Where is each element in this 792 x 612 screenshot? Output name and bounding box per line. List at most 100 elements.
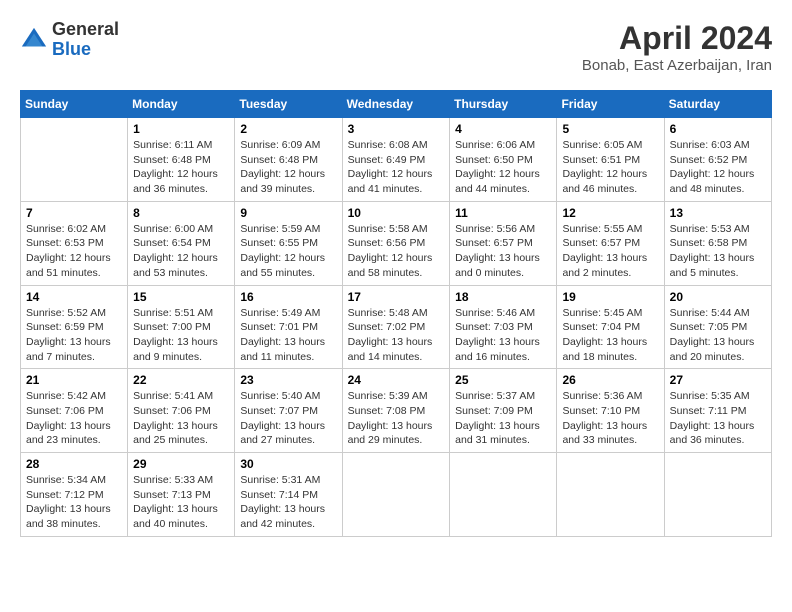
calendar-cell [342,453,450,537]
day-number: 8 [133,206,229,220]
calendar-week: 28Sunrise: 5:34 AMSunset: 7:12 PMDayligh… [21,453,772,537]
day-number: 11 [455,206,551,220]
calendar-location: Bonab, East Azerbaijan, Iran [582,57,772,74]
calendar-week: 21 Sunrise: 5:42 AMSunset: 7:06 PMDayligh… [21,369,772,453]
calendar-cell: 13 Sunrise: 5:53 AMSunset: 6:58 PMDayligh… [664,201,771,285]
weekday-header: Friday [557,91,664,118]
day-number: 21 [26,373,122,387]
day-number: 18 [455,290,551,304]
calendar-week: 14 Sunrise: 5:52 AMSunset: 6:59 PMDayligh… [21,285,772,369]
calendar-cell: 19 Sunrise: 5:45 AMSunset: 7:04 PMDayligh… [557,285,664,369]
day-info: Sunrise: 5:48 AMSunset: 7:02 PMDaylight:… [348,306,445,365]
calendar-cell: 11 Sunrise: 5:56 AMSunset: 6:57 PMDayligh… [450,201,557,285]
calendar-cell: 17 Sunrise: 5:48 AMSunset: 7:02 PMDayligh… [342,285,450,369]
calendar-cell: 1 Sunrise: 6:11 AMSunset: 6:48 PMDaylight… [128,118,235,202]
calendar-cell: 5 Sunrise: 6:05 AMSunset: 6:51 PMDaylight… [557,118,664,202]
weekday-header: Thursday [450,91,557,118]
day-info: Sunrise: 6:11 AMSunset: 6:48 PMDaylight:… [133,138,229,197]
calendar-week: 7 Sunrise: 6:02 AMSunset: 6:53 PMDaylight… [21,201,772,285]
calendar-cell [21,118,128,202]
calendar-cell: 25 Sunrise: 5:37 AMSunset: 7:09 PMDayligh… [450,369,557,453]
calendar-cell: 27Sunrise: 5:35 AMSunset: 7:11 PMDayligh… [664,369,771,453]
day-number: 1 [133,122,229,136]
calendar-cell: 3 Sunrise: 6:08 AMSunset: 6:49 PMDaylight… [342,118,450,202]
calendar-cell [664,453,771,537]
day-info: Sunrise: 5:31 AMSunset: 7:14 PMDaylight:… [240,473,336,532]
calendar-cell: 4Sunrise: 6:06 AMSunset: 6:50 PMDaylight… [450,118,557,202]
day-info: Sunrise: 6:02 AMSunset: 6:53 PMDaylight:… [26,222,122,281]
day-info: Sunrise: 5:55 AMSunset: 6:57 PMDaylight:… [562,222,658,281]
day-number: 22 [133,373,229,387]
calendar-cell: 21 Sunrise: 5:42 AMSunset: 7:06 PMDayligh… [21,369,128,453]
day-number: 10 [348,206,445,220]
day-info: Sunrise: 5:44 AMSunset: 7:05 PMDaylight:… [670,306,766,365]
header-row: SundayMondayTuesdayWednesdayThursdayFrid… [21,91,772,118]
calendar-cell: 29Sunrise: 5:33 AMSunset: 7:13 PMDayligh… [128,453,235,537]
logo-blue-text: Blue [52,40,119,60]
day-info: Sunrise: 5:58 AMSunset: 6:56 PMDaylight:… [348,222,445,281]
day-info: Sunrise: 6:00 AMSunset: 6:54 PMDaylight:… [133,222,229,281]
page-header: General Blue April 2024 Bonab, East Azer… [20,20,772,74]
calendar-cell: 14 Sunrise: 5:52 AMSunset: 6:59 PMDayligh… [21,285,128,369]
logo: General Blue [20,20,119,60]
day-info: Sunrise: 5:45 AMSunset: 7:04 PMDaylight:… [562,306,658,365]
day-number: 13 [670,206,766,220]
day-info: Sunrise: 5:39 AMSunset: 7:08 PMDaylight:… [348,389,445,448]
calendar-cell: 7 Sunrise: 6:02 AMSunset: 6:53 PMDaylight… [21,201,128,285]
calendar-cell: 20 Sunrise: 5:44 AMSunset: 7:05 PMDayligh… [664,285,771,369]
weekday-header: Monday [128,91,235,118]
day-number: 12 [562,206,658,220]
calendar-cell: 23Sunrise: 5:40 AMSunset: 7:07 PMDayligh… [235,369,342,453]
day-info: Sunrise: 5:49 AMSunset: 7:01 PMDaylight:… [240,306,336,365]
day-number: 14 [26,290,122,304]
day-info: Sunrise: 5:56 AMSunset: 6:57 PMDaylight:… [455,222,551,281]
calendar-body: 1 Sunrise: 6:11 AMSunset: 6:48 PMDaylight… [21,118,772,537]
weekday-header: Saturday [664,91,771,118]
weekday-header: Tuesday [235,91,342,118]
day-number: 3 [348,122,445,136]
calendar-title: April 2024 [582,20,772,57]
day-number: 17 [348,290,445,304]
day-number: 29 [133,457,229,471]
weekday-header: Sunday [21,91,128,118]
calendar-cell: 12 Sunrise: 5:55 AMSunset: 6:57 PMDayligh… [557,201,664,285]
calendar-cell: 16Sunrise: 5:49 AMSunset: 7:01 PMDayligh… [235,285,342,369]
day-info: Sunrise: 5:36 AMSunset: 7:10 PMDaylight:… [562,389,658,448]
day-number: 19 [562,290,658,304]
calendar-cell: 8 Sunrise: 6:00 AMSunset: 6:54 PMDaylight… [128,201,235,285]
calendar-cell: 28Sunrise: 5:34 AMSunset: 7:12 PMDayligh… [21,453,128,537]
calendar-header: SundayMondayTuesdayWednesdayThursdayFrid… [21,91,772,118]
calendar-cell: 24Sunrise: 5:39 AMSunset: 7:08 PMDayligh… [342,369,450,453]
calendar-cell: 15Sunrise: 5:51 AMSunset: 7:00 PMDayligh… [128,285,235,369]
day-info: Sunrise: 5:40 AMSunset: 7:07 PMDaylight:… [240,389,336,448]
calendar-cell: 2Sunrise: 6:09 AMSunset: 6:48 PMDaylight… [235,118,342,202]
day-info: Sunrise: 6:06 AMSunset: 6:50 PMDaylight:… [455,138,551,197]
calendar-table: SundayMondayTuesdayWednesdayThursdayFrid… [20,90,772,537]
day-number: 20 [670,290,766,304]
day-info: Sunrise: 5:42 AMSunset: 7:06 PMDaylight:… [26,389,122,448]
day-info: Sunrise: 6:05 AMSunset: 6:51 PMDaylight:… [562,138,658,197]
day-number: 6 [670,122,766,136]
logo-general-text: General [52,20,119,40]
calendar-cell: 26Sunrise: 5:36 AMSunset: 7:10 PMDayligh… [557,369,664,453]
title-block: April 2024 Bonab, East Azerbaijan, Iran [582,20,772,74]
day-number: 5 [562,122,658,136]
day-info: Sunrise: 5:34 AMSunset: 7:12 PMDaylight:… [26,473,122,532]
day-info: Sunrise: 6:08 AMSunset: 6:49 PMDaylight:… [348,138,445,197]
day-info: Sunrise: 5:51 AMSunset: 7:00 PMDaylight:… [133,306,229,365]
day-info: Sunrise: 5:52 AMSunset: 6:59 PMDaylight:… [26,306,122,365]
calendar-cell: 30 Sunrise: 5:31 AMSunset: 7:14 PMDayligh… [235,453,342,537]
day-info: Sunrise: 5:53 AMSunset: 6:58 PMDaylight:… [670,222,766,281]
calendar-week: 1 Sunrise: 6:11 AMSunset: 6:48 PMDaylight… [21,118,772,202]
calendar-cell [450,453,557,537]
calendar-cell: 6 Sunrise: 6:03 AMSunset: 6:52 PMDaylight… [664,118,771,202]
weekday-header: Wednesday [342,91,450,118]
day-number: 2 [240,122,336,136]
day-number: 25 [455,373,551,387]
day-number: 30 [240,457,336,471]
logo-text: General Blue [52,20,119,60]
day-info: Sunrise: 6:03 AMSunset: 6:52 PMDaylight:… [670,138,766,197]
day-info: Sunrise: 5:37 AMSunset: 7:09 PMDaylight:… [455,389,551,448]
day-number: 7 [26,206,122,220]
day-info: Sunrise: 5:46 AMSunset: 7:03 PMDaylight:… [455,306,551,365]
